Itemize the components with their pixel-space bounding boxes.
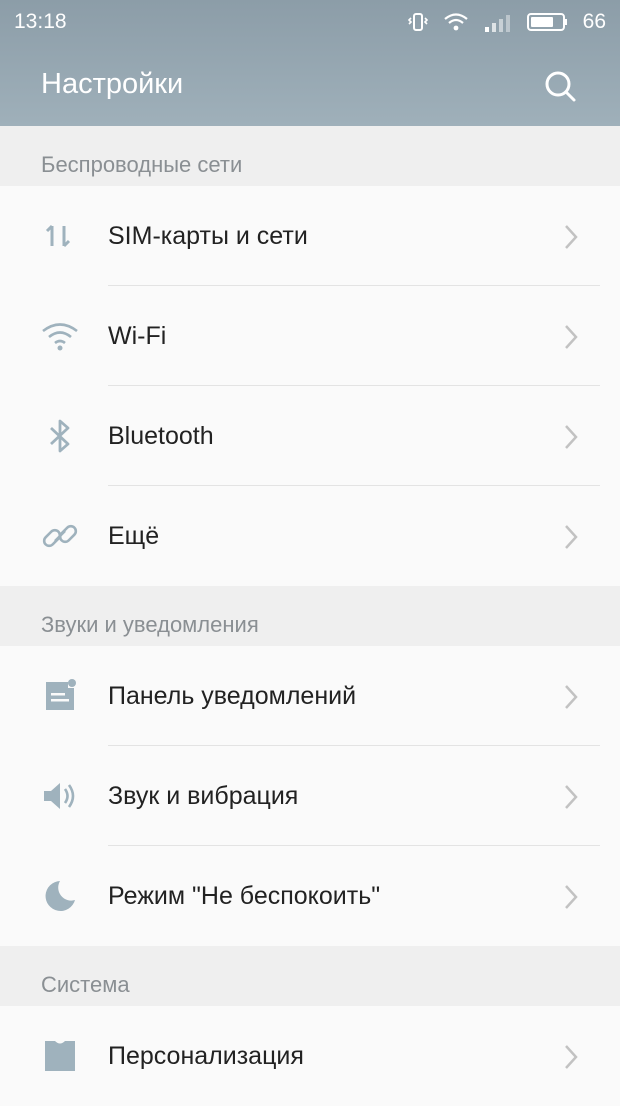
chevron-right-icon: [565, 325, 578, 349]
settings-item-label: SIM-карты и сети: [108, 222, 308, 250]
settings-item-label: Режим "Не беспокоить": [108, 882, 381, 910]
app-header: 13:18 66 Настройки: [0, 0, 620, 126]
wifi-icon: [40, 316, 80, 356]
settings-item-sound[interactable]: Звук и вибрация: [0, 746, 620, 846]
section-title: Беспроводные сети: [41, 152, 243, 177]
settings-item-bluetooth[interactable]: Bluetooth: [0, 386, 620, 486]
section-header-sounds: Звуки и уведомления: [0, 586, 620, 646]
settings-item-sim[interactable]: SIM-карты и сети: [0, 186, 620, 286]
page-title: Настройки: [41, 68, 184, 100]
battery-level: 66: [582, 10, 606, 33]
wifi-icon: [443, 11, 469, 33]
search-icon: [545, 71, 576, 102]
settings-item-personalization[interactable]: Персонализация: [0, 1006, 620, 1106]
section-list-wireless: SIM-карты и сети Wi-Fi Bluetooth Ещё: [0, 186, 620, 586]
settings-item-wifi[interactable]: Wi-Fi: [0, 286, 620, 386]
section-title: Звуки и уведомления: [41, 612, 259, 637]
search-button[interactable]: [540, 66, 580, 106]
moon-icon: [40, 876, 80, 916]
settings-item-label: Wi-Fi: [108, 322, 167, 350]
personalization-icon: [40, 1036, 80, 1076]
vibrate-icon: [407, 11, 429, 33]
settings-item-label: Звук и вибрация: [108, 782, 299, 810]
notification-panel-icon: [40, 676, 80, 716]
section-header-wireless: Беспроводные сети: [0, 126, 620, 186]
signal-icon: [483, 11, 513, 33]
section-title: Система: [41, 972, 130, 997]
battery-icon: [526, 11, 569, 33]
speaker-icon: [40, 776, 80, 816]
link-icon: [40, 516, 80, 556]
settings-item-more[interactable]: Ещё: [0, 486, 620, 586]
settings-item-notification-panel[interactable]: Панель уведомлений: [0, 646, 620, 746]
status-icons: 66: [407, 8, 606, 36]
sim-data-icon: [40, 216, 80, 256]
chevron-right-icon: [565, 685, 578, 709]
bluetooth-icon: [40, 416, 80, 456]
status-bar: 13:18 66: [0, 0, 620, 44]
settings-item-label: Панель уведомлений: [108, 682, 357, 710]
settings-item-label: Ещё: [108, 522, 160, 550]
settings-item-label: Персонализация: [108, 1042, 304, 1070]
status-time: 13:18: [14, 10, 67, 33]
chevron-right-icon: [565, 885, 578, 909]
chevron-right-icon: [565, 425, 578, 449]
settings-item-do-not-disturb[interactable]: Режим "Не беспокоить": [0, 846, 620, 946]
section-header-system: Система: [0, 946, 620, 1006]
chevron-right-icon: [565, 525, 578, 549]
chevron-right-icon: [565, 785, 578, 809]
settings-item-label: Bluetooth: [108, 422, 214, 450]
chevron-right-icon: [565, 1045, 578, 1069]
section-list-sounds: Панель уведомлений Звук и вибрация Режим…: [0, 646, 620, 946]
chevron-right-icon: [565, 225, 578, 249]
section-list-system: Персонализация: [0, 1006, 620, 1106]
settings-content: Беспроводные сети SIM-карты и сети Wi-Fi…: [0, 126, 620, 1106]
